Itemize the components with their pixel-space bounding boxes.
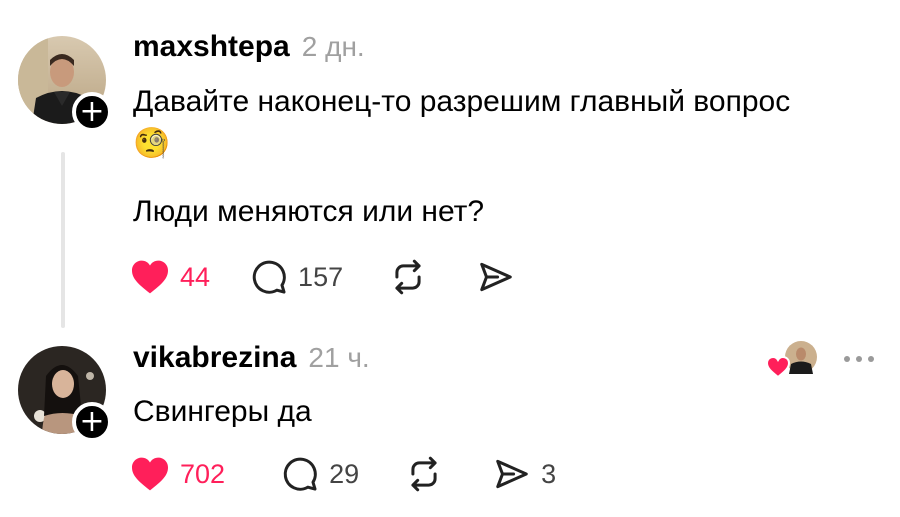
repost-icon — [411, 456, 437, 492]
avatar-wrap[interactable]: + — [18, 36, 112, 132]
username[interactable]: maxshtepa — [133, 30, 290, 64]
comment-icon — [283, 457, 317, 491]
post-actions: 44 157 — [130, 257, 515, 297]
post-text-line1: Свингеры да — [133, 395, 312, 428]
post-actions: 702 29 3 — [130, 454, 556, 494]
thread-line — [61, 152, 65, 328]
repost-button[interactable] — [389, 258, 427, 296]
post-text-line1: Давайте наконец-то разрешим главный вопр… — [133, 85, 791, 118]
like-count: 44 — [180, 261, 211, 292]
share-count: 3 — [541, 458, 557, 489]
plus-icon[interactable]: + — [72, 402, 112, 442]
like-count: 702 — [180, 458, 226, 489]
monocle-face-emoji: 🧐 — [133, 126, 171, 161]
reply-button[interactable]: 157 — [250, 258, 343, 296]
post-header: vikabrezina 21 ч. — [133, 341, 370, 375]
heart-icon — [132, 457, 168, 491]
post-vikabrezina: + vikabrezina 21 ч. Свингеры да 702 29 3 — [0, 330, 900, 517]
send-icon — [480, 262, 512, 292]
dot-icon — [844, 356, 850, 362]
send-icon — [496, 459, 528, 489]
more-options-button[interactable] — [844, 356, 874, 362]
heart-icon — [766, 356, 790, 378]
reply-button[interactable]: 29 — [281, 455, 359, 493]
heart-icon — [132, 260, 168, 294]
author-liked-indicator — [766, 340, 820, 380]
plus-icon[interactable]: + — [72, 92, 112, 132]
post-time: 2 дн. — [301, 31, 365, 62]
like-button[interactable]: 702 — [130, 456, 225, 492]
share-button[interactable] — [477, 258, 515, 296]
repost-icon — [395, 259, 421, 295]
post-text-line2: Люди меняются или нет? — [133, 195, 485, 228]
share-button[interactable]: 3 — [493, 455, 556, 493]
dot-icon — [856, 356, 862, 362]
post-maxshtepa: + maxshtepa 2 дн. Давайте наконец-то раз… — [0, 0, 900, 330]
like-button[interactable]: 44 — [130, 259, 210, 295]
post-time: 21 ч. — [308, 342, 370, 373]
post-header: maxshtepa 2 дн. — [133, 30, 365, 64]
username[interactable]: vikabrezina — [133, 341, 296, 375]
comment-icon — [252, 260, 286, 294]
avatar-wrap[interactable]: + — [18, 346, 112, 442]
dot-icon — [868, 356, 874, 362]
reply-count: 29 — [329, 458, 360, 489]
repost-button[interactable] — [405, 455, 443, 493]
reply-count: 157 — [298, 261, 344, 292]
